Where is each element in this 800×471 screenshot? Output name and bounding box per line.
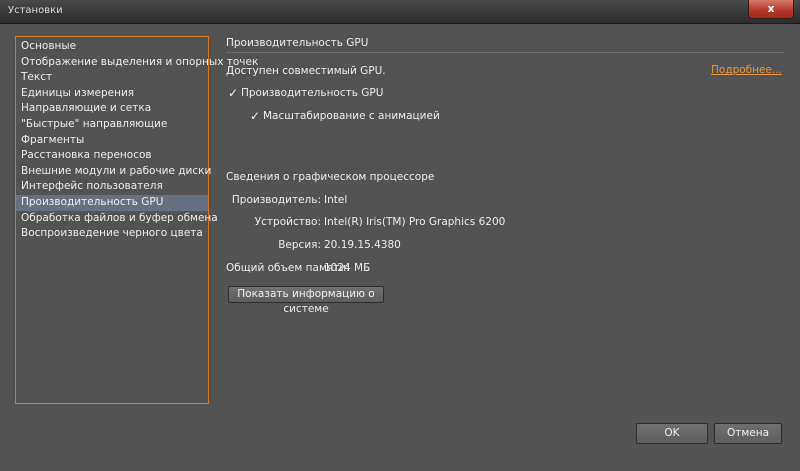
device-label: Устройство:	[254, 216, 321, 228]
sidebar-item[interactable]: Текст	[16, 70, 208, 86]
sidebar-item[interactable]: Единицы измерения	[16, 86, 208, 102]
sidebar-item[interactable]: "Быстрые" направляющие	[16, 117, 208, 133]
animated-zoom-label: Масштабирование с анимацией	[263, 110, 440, 122]
sidebar-item[interactable]: Обработка файлов и буфер обмена	[16, 211, 218, 227]
sidebar-item[interactable]: Производительность GPU	[16, 194, 208, 211]
window-title: Установки	[8, 5, 63, 16]
close-window-button[interactable]: x	[748, 0, 794, 19]
window-titlebar: Установки x	[0, 0, 800, 24]
gpu-performance-label: Производительность GPU	[241, 87, 384, 99]
sidebar-item[interactable]: Отображение выделения и опорных точек	[16, 55, 258, 71]
gpu-compatible-text: Доступен совместимый GPU.	[226, 65, 386, 77]
sidebar-item[interactable]: Фрагменты	[16, 133, 208, 149]
checkmark-icon: ✓	[228, 86, 239, 100]
close-icon: x	[767, 2, 775, 15]
cancel-button[interactable]: Отмена	[714, 423, 782, 444]
section-title: Производительность GPU	[226, 37, 369, 49]
sidebar-item[interactable]: Основные	[16, 39, 208, 55]
animated-zoom-checkbox[interactable]: ✓ Масштабирование с анимацией	[250, 110, 440, 122]
more-info-link[interactable]: Подробнее...	[711, 64, 782, 76]
gpu-performance-checkbox[interactable]: ✓ Производительность GPU	[228, 87, 383, 99]
device-value: Intel(R) Iris(TM) Pro Graphics 6200	[324, 216, 506, 228]
section-divider	[226, 52, 785, 53]
version-value: 20.19.15.4380	[324, 239, 401, 251]
version-label: Версия:	[278, 239, 321, 251]
sidebar-item[interactable]: Внешние модули и рабочие диски	[16, 164, 211, 180]
preferences-sidebar: Основные Отображение выделения и опорных …	[15, 36, 258, 404]
ok-button[interactable]: OK	[636, 423, 708, 444]
sidebar-item[interactable]: Расстановка переносов	[16, 148, 208, 164]
memory-value: 1024 МБ	[324, 262, 371, 274]
vendor-label: Производитель:	[231, 194, 321, 206]
sidebar-item[interactable]: Направляющие и сетка	[16, 101, 208, 117]
checkmark-icon: ✓	[250, 109, 261, 123]
gpu-info-heading: Сведения о графическом процессоре	[226, 171, 435, 183]
sidebar-item[interactable]: Воспроизведение черного цвета	[16, 226, 208, 242]
show-system-info-button[interactable]: Показать информацию о системе	[228, 286, 384, 315]
vendor-value: Intel	[324, 194, 348, 206]
sidebar-item[interactable]: Интерфейс пользователя	[16, 179, 208, 195]
